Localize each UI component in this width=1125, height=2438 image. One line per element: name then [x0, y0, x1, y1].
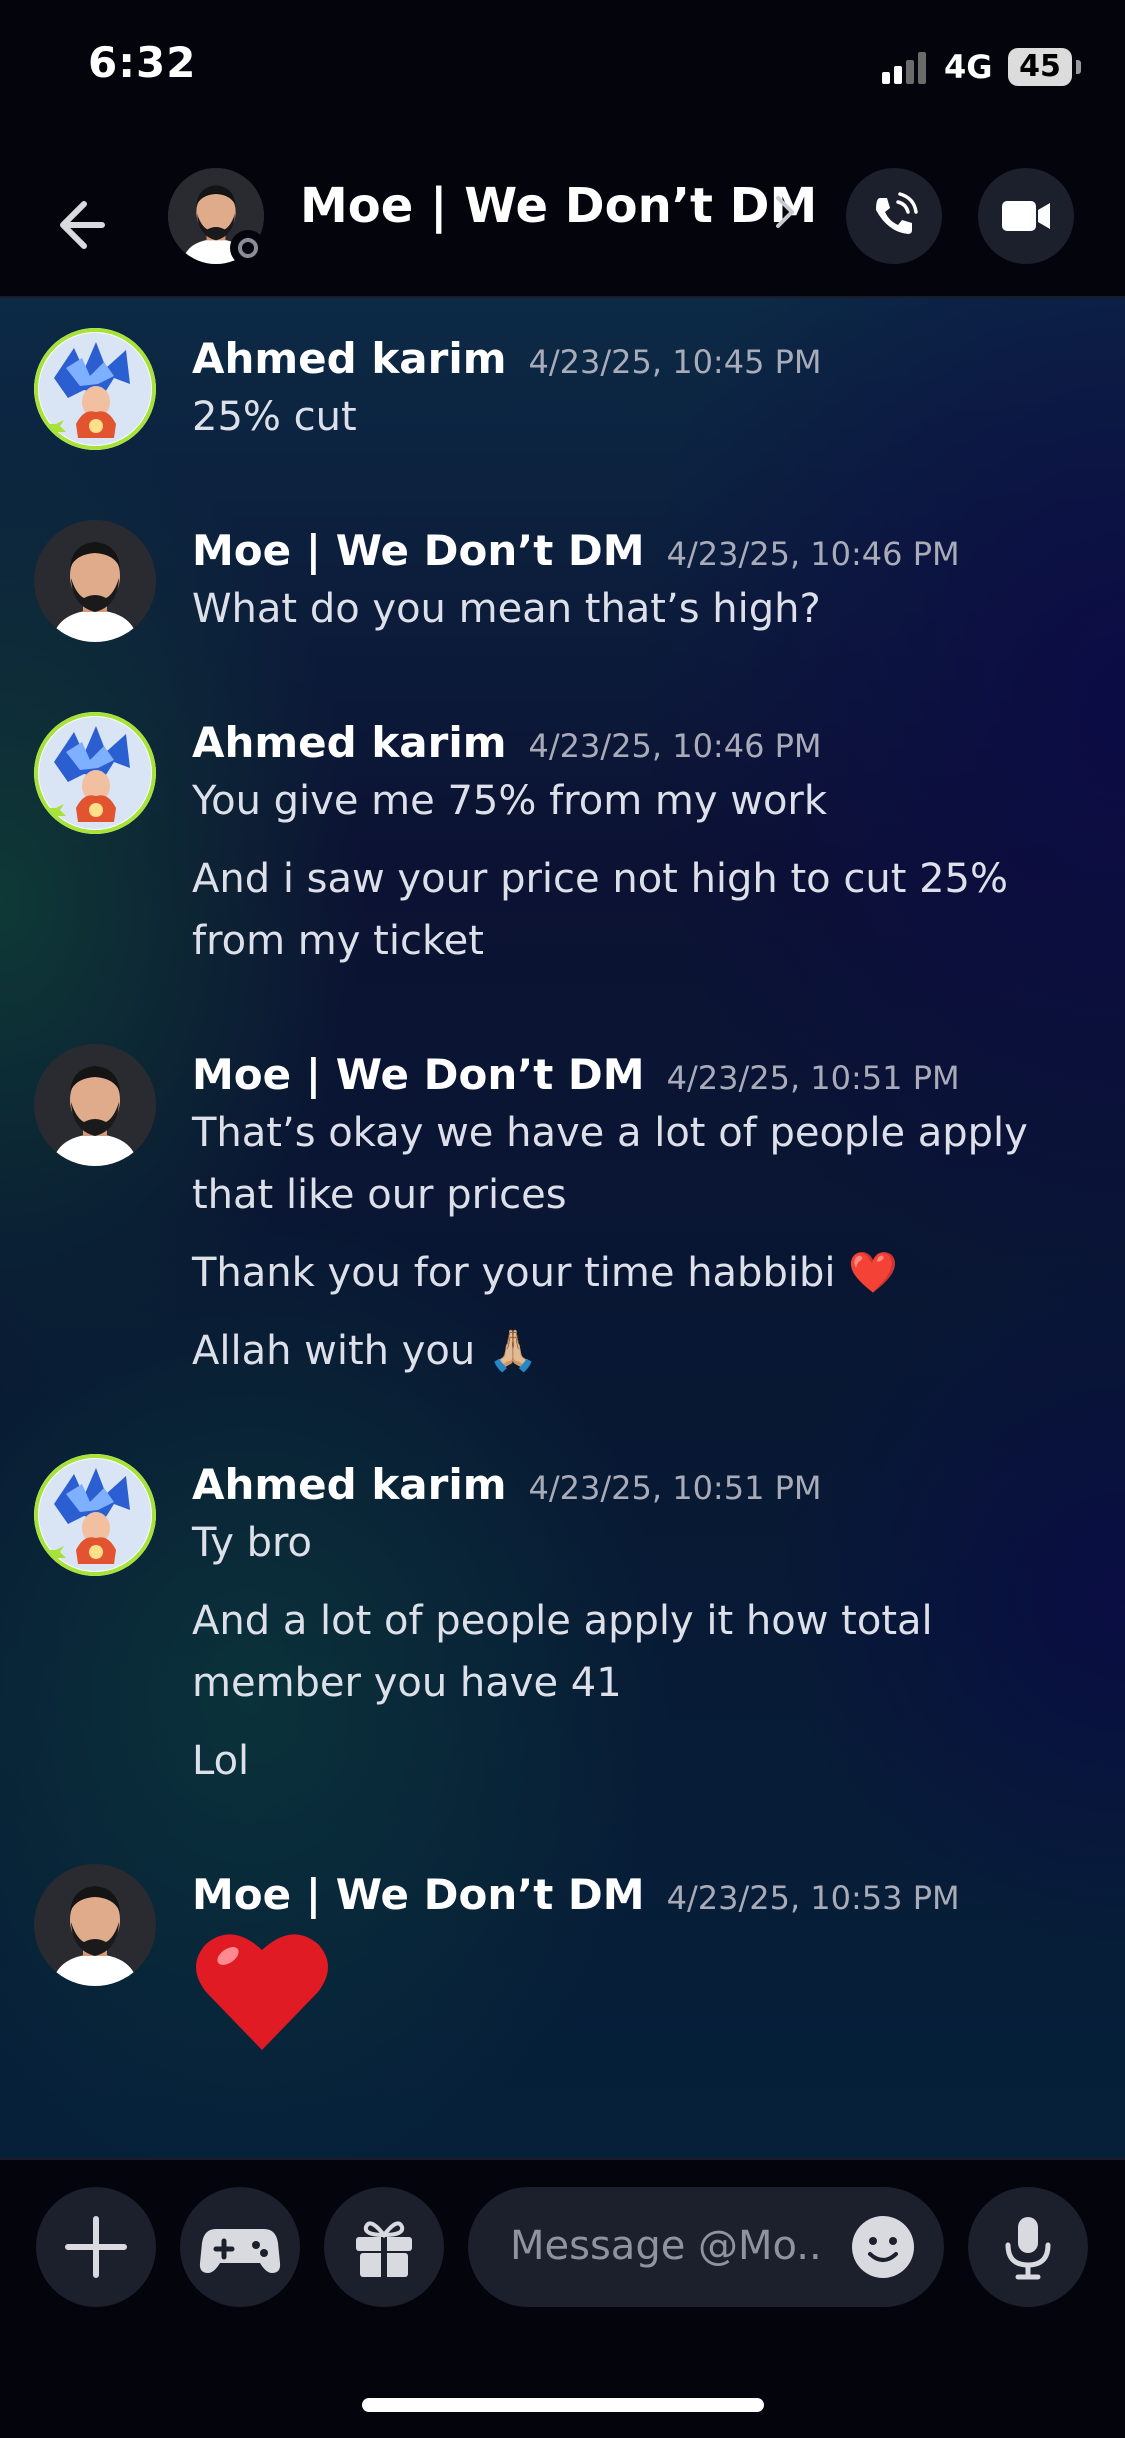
message-input-placeholder: Message @Mo..: [510, 2223, 822, 2269]
page-title[interactable]: Moe | We Don’t DM: [300, 178, 817, 234]
avatar[interactable]: [34, 1864, 156, 1986]
message-text: You give me 75% from my work: [192, 778, 828, 824]
message-author[interactable]: Ahmed karim 4/23/25, 10:46 PM: [192, 718, 822, 767]
video-camera-icon: [1002, 201, 1050, 231]
message-list[interactable]: Ahmed karim 4/23/25, 10:45 PM 25% cut Moe…: [0, 298, 1125, 2158]
gift-button[interactable]: [324, 2187, 444, 2307]
heart-emoji: [196, 1934, 328, 2050]
status-bar: 6:32 4G 45: [0, 0, 1125, 140]
avatar[interactable]: [34, 328, 156, 450]
attach-button[interactable]: [36, 2187, 156, 2307]
status-time: 6:32: [88, 38, 197, 87]
home-indicator[interactable]: [362, 2398, 764, 2412]
avatar[interactable]: [34, 1044, 156, 1166]
call-button[interactable]: [846, 168, 942, 264]
message-author[interactable]: Moe | We Don’t DM 4/23/25, 10:51 PM: [192, 1050, 960, 1099]
signal-icon: [882, 52, 932, 84]
smiley-icon[interactable]: [850, 2214, 916, 2280]
arrow-left-icon[interactable]: [50, 190, 120, 260]
message-composer: Message @Mo..: [0, 2158, 1125, 2438]
voice-message-button[interactable]: [968, 2187, 1088, 2307]
video-call-button[interactable]: [978, 168, 1074, 264]
status-indicator: [230, 230, 266, 266]
battery-icon: 45: [1008, 48, 1072, 86]
message-text: That’s okay we have a lot of people appl…: [192, 1110, 1028, 1156]
microphone-icon: [1005, 2217, 1051, 2280]
message-text: that like our prices: [192, 1172, 567, 1218]
message-author[interactable]: Moe | We Don’t DM 4/23/25, 10:46 PM: [192, 526, 960, 575]
message-text: Allah with you 🙏🏼: [192, 1328, 538, 1374]
message-timestamp: 4/23/25, 10:53 PM: [666, 1879, 960, 1917]
message-text: Thank you for your time habbibi ❤️: [192, 1250, 898, 1296]
avatar[interactable]: [34, 1454, 156, 1576]
message-timestamp: 4/23/25, 10:46 PM: [528, 727, 822, 765]
gamepad-icon: [199, 2229, 281, 2273]
message-text: 25% cut: [192, 394, 357, 440]
avatar[interactable]: [34, 712, 156, 834]
chat-header: Moe | We Don’t DM: [0, 140, 1125, 298]
message-author[interactable]: Ahmed karim 4/23/25, 10:45 PM: [192, 334, 822, 383]
message-text: Ty bro: [192, 1520, 313, 1566]
message-author[interactable]: Ahmed karim 4/23/25, 10:51 PM: [192, 1460, 822, 1509]
message-text: And a lot of people apply it how total: [192, 1598, 933, 1644]
phone-call-icon: [876, 192, 918, 234]
message-author[interactable]: Moe | We Don’t DM 4/23/25, 10:53 PM: [192, 1870, 960, 1919]
message-text: What do you mean that’s high?: [192, 586, 821, 632]
battery-cap: [1076, 60, 1081, 74]
message-text: member you have 41: [192, 1660, 622, 1706]
chevron-right-icon[interactable]: [770, 190, 800, 234]
message-text: from my ticket: [192, 918, 484, 964]
activities-button[interactable]: [180, 2187, 300, 2307]
avatar[interactable]: [34, 520, 156, 642]
message-text: And i saw your price not high to cut 25%: [192, 856, 1009, 902]
message-text: Lol: [192, 1738, 250, 1784]
message-input[interactable]: Message @Mo..: [468, 2187, 944, 2307]
message-timestamp: 4/23/25, 10:45 PM: [528, 343, 822, 381]
message-timestamp: 4/23/25, 10:51 PM: [666, 1059, 960, 1097]
plus-icon: [65, 2216, 127, 2278]
network-label: 4G: [944, 48, 993, 86]
message-timestamp: 4/23/25, 10:46 PM: [666, 535, 960, 573]
gift-icon: [356, 2221, 412, 2277]
message-timestamp: 4/23/25, 10:51 PM: [528, 1469, 822, 1507]
